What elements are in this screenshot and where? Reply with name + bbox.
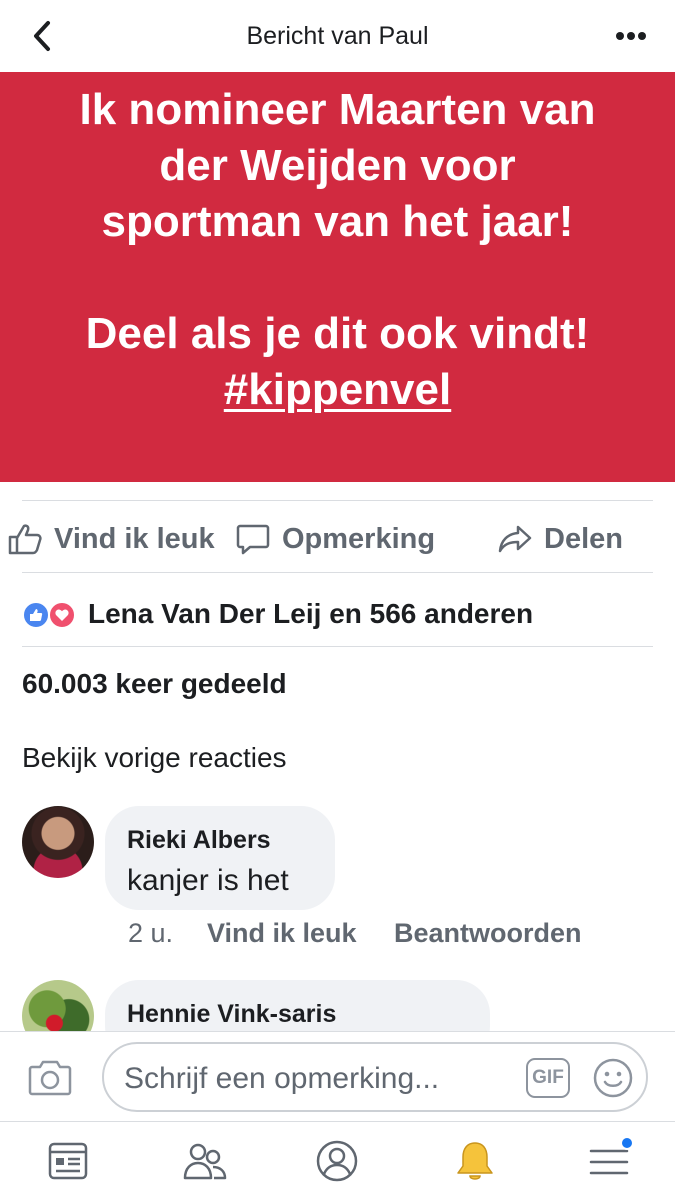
top-bar: Bericht van Paul xyxy=(0,0,675,72)
divider xyxy=(22,646,653,647)
news-feed-icon xyxy=(48,1142,88,1180)
more-dots-icon xyxy=(616,32,646,40)
post-line-4: Deel als je dit ook vindt! xyxy=(85,309,590,358)
bottom-nav xyxy=(0,1121,675,1200)
hashtag-link[interactable]: #kippenvel xyxy=(224,365,451,414)
nav-profile[interactable] xyxy=(312,1136,362,1186)
friends-icon xyxy=(183,1143,227,1180)
comment-time: 2 u. xyxy=(128,918,174,948)
comment-like-link[interactable]: Vind ik leuk xyxy=(207,918,357,949)
nav-notifications[interactable] xyxy=(450,1136,500,1186)
camera-button[interactable] xyxy=(28,1058,72,1096)
profile-icon xyxy=(316,1140,358,1182)
comment-composer: Schrijf een opmerking... GIF xyxy=(0,1031,675,1121)
nav-menu[interactable] xyxy=(584,1136,634,1186)
like-button[interactable]: Vind ik leuk xyxy=(8,517,215,561)
comment-bubble-icon xyxy=(236,524,270,555)
emoji-button[interactable] xyxy=(592,1057,634,1099)
reactions-text: Lena Van Der Leij en 566 anderen xyxy=(88,598,534,629)
camera-icon xyxy=(28,1060,72,1096)
like-reaction-icon xyxy=(22,601,50,629)
like-label: Vind ik leuk xyxy=(54,522,215,555)
view-previous-comments[interactable]: Bekijk vorige reacties xyxy=(22,742,287,774)
reactions-summary[interactable]: Lena Van Der Leij en 566 anderen xyxy=(22,594,533,634)
divider xyxy=(22,500,653,501)
post-banner: Ik nomineer Maarten van der Weijden voor… xyxy=(0,72,675,482)
comment-text: kanjer is het xyxy=(127,864,289,897)
share-count[interactable]: 60.003 keer gedeeld xyxy=(22,668,287,700)
page-title: Bericht van Paul xyxy=(246,22,429,50)
post-line-3: sportman van het jaar! xyxy=(101,197,574,246)
thumbs-up-icon xyxy=(8,524,42,555)
comment-author[interactable]: Rieki Albers xyxy=(127,826,271,855)
share-button[interactable]: Delen xyxy=(498,517,623,561)
smiley-icon xyxy=(593,1058,633,1098)
share-label: Delen xyxy=(544,522,623,555)
comment-reply-link[interactable]: Beantwoorden xyxy=(394,918,582,949)
love-reaction-icon xyxy=(48,601,76,629)
gif-button[interactable]: GIF xyxy=(526,1058,570,1098)
comment-label: Opmerking xyxy=(282,522,436,555)
divider xyxy=(22,572,653,573)
comment-placeholder: Schrijf een opmerking... xyxy=(124,1062,440,1095)
post-line-2: der Weijden voor xyxy=(159,141,516,190)
comment-input[interactable]: Schrijf een opmerking... GIF xyxy=(102,1042,648,1112)
comment-bubble: Rieki Albers kanjer is het xyxy=(105,806,335,910)
notification-dot xyxy=(620,1136,634,1150)
post-actions: Vind ik leuk Opmerking Delen xyxy=(0,505,675,573)
nav-news-feed[interactable] xyxy=(43,1136,93,1186)
bell-icon xyxy=(457,1142,493,1180)
post-text: Ik nomineer Maarten van der Weijden voor… xyxy=(20,82,655,418)
more-options-button[interactable] xyxy=(611,22,651,50)
comment-button[interactable]: Opmerking xyxy=(236,517,435,561)
reaction-icons xyxy=(22,599,80,629)
avatar[interactable] xyxy=(22,806,94,878)
nav-friends[interactable] xyxy=(180,1136,230,1186)
post-line-1: Ik nomineer Maarten van xyxy=(79,85,596,134)
share-arrow-icon xyxy=(498,525,532,553)
comment-author[interactable]: Hennie Vink-saris xyxy=(127,1000,336,1029)
